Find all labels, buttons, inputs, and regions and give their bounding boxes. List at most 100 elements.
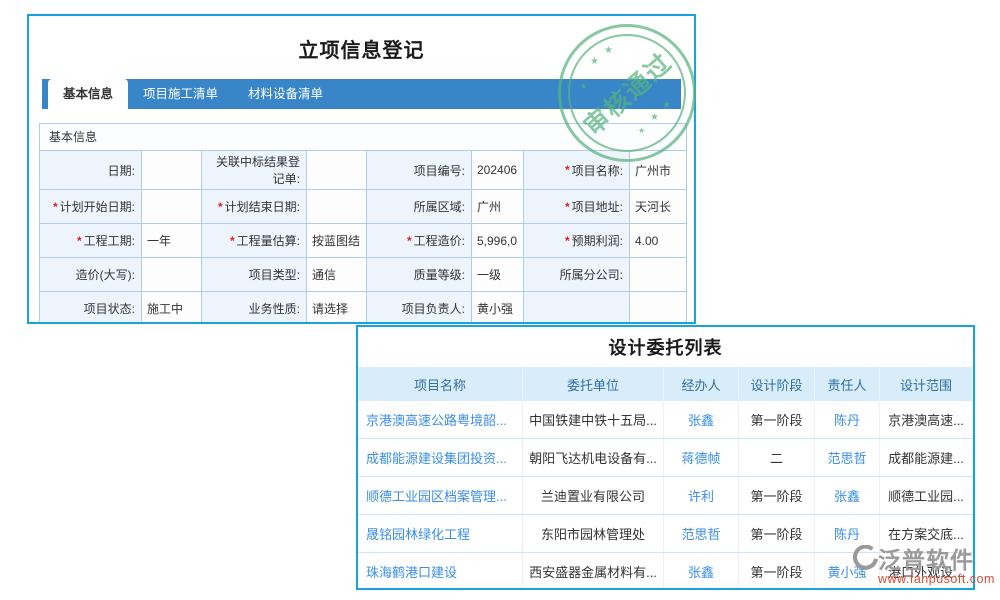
cell-design-stage: 第一阶段 (739, 515, 815, 552)
design-list-panel: 设计委托列表 项目名称 委托单位 经办人 设计阶段 责任人 设计范围 京港澳高速… (356, 325, 975, 590)
col-header-client-unit: 委托单位 (523, 367, 664, 401)
label-text: 项目地址: (572, 198, 623, 215)
cell-owner[interactable]: 张鑫 (815, 477, 880, 514)
required-marker: * (565, 163, 570, 177)
field-cost-in-words[interactable] (142, 258, 202, 292)
cell-client-unit: 中国铁建中铁十五局... (523, 401, 664, 438)
label-project-manager: 项目负责人: (367, 292, 472, 324)
field-branch-company[interactable] (630, 258, 687, 292)
label-text: 业务性质: (249, 300, 300, 317)
field-project-type[interactable]: 通信 (307, 258, 367, 292)
cell-owner[interactable]: 陈丹 (815, 401, 880, 438)
field-project-status[interactable]: 施工中 (142, 292, 202, 324)
tab-basic-info[interactable]: 基本信息 (48, 79, 128, 109)
col-header-owner: 责任人 (815, 367, 880, 401)
label-region: 所属区域: (367, 190, 472, 224)
cell-handler[interactable]: 蒋德帧 (664, 439, 739, 476)
col-header-design-scope: 设计范围 (880, 367, 973, 401)
label-text: 工程造价: (414, 232, 465, 249)
label-project-cost: *工程造价: (367, 224, 472, 258)
tab-construction-list[interactable]: 项目施工清单 (128, 79, 233, 109)
label-text: 项目状态: (84, 300, 135, 317)
required-marker: * (53, 200, 58, 214)
field-empty[interactable] (630, 292, 687, 324)
label-cost-in-words: 造价(大写): (40, 258, 142, 292)
label-project-address: *项目地址: (524, 190, 630, 224)
cell-handler[interactable]: 张鑫 (664, 553, 739, 590)
tab-material-equipment-list[interactable]: 材料设备清单 (233, 79, 338, 109)
cell-client-unit: 朝阳飞达机电设备有... (523, 439, 664, 476)
cell-design-stage: 第一阶段 (739, 401, 815, 438)
required-marker: * (407, 234, 412, 248)
cell-project-name[interactable]: 晟铭园林绿化工程 (358, 515, 523, 552)
cell-design-scope: 顺德工业园... (880, 477, 973, 514)
field-quality-grade[interactable]: 一级 (472, 258, 524, 292)
label-text: 造价(大写): (76, 266, 135, 283)
label-branch-company: 所属分公司: (524, 258, 630, 292)
field-linked-bid-result[interactable] (307, 151, 367, 190)
col-header-handler: 经办人 (664, 367, 739, 401)
label-plan-start-date: *计划开始日期: (40, 190, 142, 224)
field-project-cost[interactable]: 5,996,0 (472, 224, 524, 258)
cell-handler[interactable]: 许利 (664, 477, 739, 514)
label-text: 所属分公司: (560, 266, 623, 283)
field-expected-profit[interactable]: 4.00 (630, 224, 687, 258)
field-plan-end-date[interactable] (307, 190, 367, 224)
label-project-number: 项目编号: (367, 151, 472, 190)
cell-project-name[interactable]: 珠海鹤港口建设 (358, 553, 523, 590)
cell-owner[interactable]: 陈丹 (815, 515, 880, 552)
required-marker: * (77, 234, 82, 248)
required-marker: * (218, 200, 223, 214)
required-marker: * (565, 200, 570, 214)
cell-client-unit: 西安盛器金属材料有... (523, 553, 664, 590)
table-row: 顺德工业园区档案管理... 兰迪置业有限公司 许利 第一阶段 张鑫 顺德工业园.… (358, 477, 973, 515)
label-text: 所属区域: (414, 198, 465, 215)
col-header-project-name: 项目名称 (358, 367, 523, 401)
basic-info-form: 基本信息 日期: 关联中标结果登记单: 项目编号: 202406 *项目名称: … (39, 123, 687, 324)
cell-design-scope: 港口外观设... (880, 553, 973, 590)
cell-owner[interactable]: 范思哲 (815, 439, 880, 476)
field-plan-start-date[interactable] (142, 190, 202, 224)
field-business-nature[interactable]: 请选择 (307, 292, 367, 324)
cell-project-name[interactable]: 京港澳高速公路粤境韶... (358, 401, 523, 438)
cell-project-name[interactable]: 顺德工业园区档案管理... (358, 477, 523, 514)
cell-design-scope: 京港澳高速... (880, 401, 973, 438)
label-text: 计划开始日期: (60, 198, 135, 215)
label-project-duration: *工程工期: (40, 224, 142, 258)
cell-client-unit: 兰迪置业有限公司 (523, 477, 664, 514)
cell-handler[interactable]: 范思哲 (664, 515, 739, 552)
cell-design-scope: 成都能源建... (880, 439, 973, 476)
design-list-title: 设计委托列表 (358, 334, 973, 360)
field-project-name[interactable]: 广州市 (630, 151, 687, 190)
label-quality-grade: 质量等级: (367, 258, 472, 292)
field-region[interactable]: 广州 (472, 190, 524, 224)
label-text: 关联中标结果登记单: (208, 153, 300, 187)
cell-project-name[interactable]: 成都能源建设集团投资... (358, 439, 523, 476)
table-row: 京港澳高速公路粤境韶... 中国铁建中铁十五局... 张鑫 第一阶段 陈丹 京港… (358, 401, 973, 439)
design-list-table: 项目名称 委托单位 经办人 设计阶段 责任人 设计范围 京港澳高速公路粤境韶..… (358, 367, 973, 590)
field-date[interactable] (142, 151, 202, 190)
cell-design-stage: 第一阶段 (739, 477, 815, 514)
required-marker: * (565, 234, 570, 248)
label-date: 日期: (40, 151, 142, 190)
col-header-design-stage: 设计阶段 (739, 367, 815, 401)
registration-title: 立项信息登记 (29, 34, 694, 63)
table-row: 晟铭园林绿化工程 东阳市园林管理处 范思哲 第一阶段 陈丹 在方案交底... (358, 515, 973, 553)
label-text: 计划结束日期: (225, 198, 300, 215)
required-marker: * (230, 234, 235, 248)
cell-owner[interactable]: 黄小强 (815, 553, 880, 590)
label-text: 工程工期: (84, 232, 135, 249)
table-row: 珠海鹤港口建设 西安盛器金属材料有... 张鑫 第一阶段 黄小强 港口外观设..… (358, 553, 973, 590)
label-empty (524, 292, 630, 324)
label-text: 预期利润: (572, 232, 623, 249)
field-project-address[interactable]: 天河长 (630, 190, 687, 224)
cell-design-stage: 二 (739, 439, 815, 476)
label-text: 质量等级: (414, 266, 465, 283)
field-project-duration[interactable]: 一年 (142, 224, 202, 258)
field-project-number[interactable]: 202406 (472, 151, 524, 190)
label-linked-bid-result: 关联中标结果登记单: (202, 151, 307, 190)
label-project-name: *项目名称: (524, 151, 630, 190)
field-quantity-estimate[interactable]: 按蓝图结 (307, 224, 367, 258)
cell-handler[interactable]: 张鑫 (664, 401, 739, 438)
field-project-manager[interactable]: 黄小强 (472, 292, 524, 324)
